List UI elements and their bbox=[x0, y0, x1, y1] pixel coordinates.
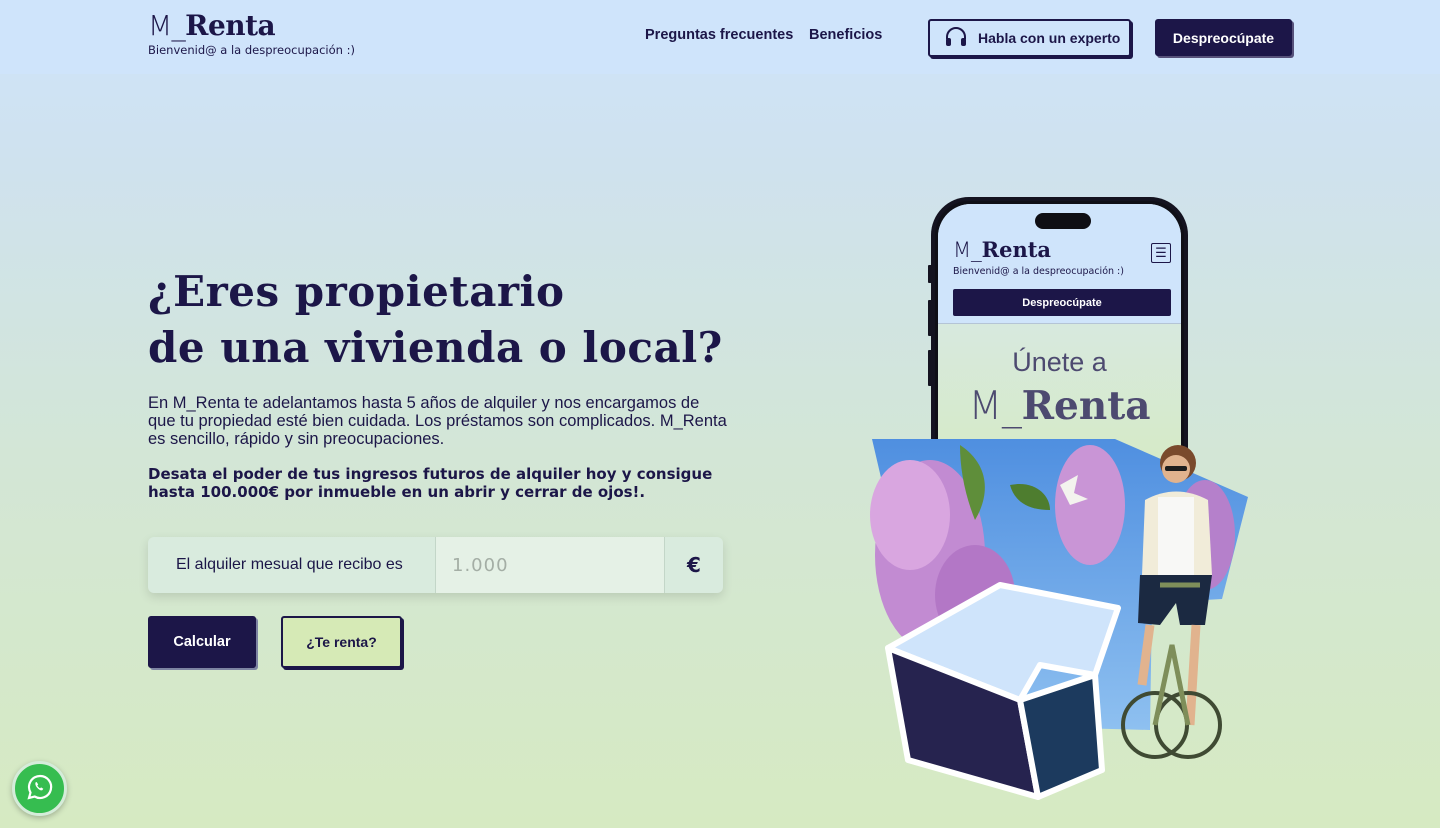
hero-title-line-1: ¿Eres propietario bbox=[148, 267, 565, 316]
monthly-rent-input[interactable] bbox=[436, 537, 665, 593]
whatsapp-chat-button[interactable] bbox=[12, 761, 67, 816]
phone-brand-name: Renta bbox=[1021, 383, 1151, 429]
phone-logo-name: Renta bbox=[981, 237, 1052, 262]
phone-notch bbox=[1035, 213, 1091, 229]
rent-input-label: El alquiler mesual que recibo es bbox=[148, 537, 436, 593]
nav-link-benefits[interactable]: Beneficios bbox=[809, 27, 882, 43]
te-renta-button[interactable]: ¿Te renta? bbox=[281, 616, 402, 668]
brand-logo[interactable]: M_Renta Bienvenid@ a la despreocupación … bbox=[148, 10, 355, 58]
top-navbar: M_Renta Bienvenid@ a la despreocupación … bbox=[0, 0, 1440, 74]
brand-tagline: Bienvenid@ a la despreocupación :) bbox=[148, 43, 355, 57]
logo-name: Renta bbox=[185, 9, 276, 42]
rent-calculator: El alquiler mesual que recibo es € bbox=[148, 537, 723, 593]
phone-brand-prefix: M_ bbox=[968, 384, 1022, 429]
hero-intro-text: En M_Renta te adelantamos hasta 5 años d… bbox=[148, 394, 727, 448]
hero-illustration bbox=[870, 439, 1248, 800]
phone-join-text: Únete a bbox=[1012, 347, 1107, 377]
headset-icon bbox=[944, 26, 968, 51]
despreocupate-button[interactable]: Despreocúpate bbox=[1155, 19, 1292, 56]
hero-title-line-2: de una vivienda o local? bbox=[148, 323, 723, 372]
phone-logo-prefix: M_ bbox=[953, 238, 982, 262]
phone-header: M_Renta Bienvenid@ a la despreocupación … bbox=[938, 204, 1181, 324]
whatsapp-icon bbox=[26, 773, 54, 805]
calculate-button[interactable]: Calcular bbox=[148, 616, 256, 668]
talk-to-expert-label: Habla con un experto bbox=[978, 30, 1121, 46]
euro-unit: € bbox=[687, 553, 701, 577]
logo-prefix: M_ bbox=[148, 9, 186, 42]
phone-big-brand: M_Renta bbox=[938, 384, 1181, 429]
talk-to-expert-button[interactable]: Habla con un experto bbox=[928, 19, 1131, 57]
phone-tagline: Bienvenid@ a la despreocupación :) bbox=[953, 266, 1124, 277]
phone-cta-button: Despreocúpate bbox=[953, 289, 1171, 316]
phone-logo: M_Renta bbox=[953, 237, 1052, 263]
hero-title: ¿Eres propietario de una vivienda o loca… bbox=[148, 264, 768, 376]
nav-link-faq[interactable]: Preguntas frecuentes bbox=[645, 27, 793, 43]
logo-wordmark: M_Renta bbox=[148, 10, 355, 42]
hamburger-menu-icon: ☰ bbox=[1151, 243, 1171, 263]
hero-highlight-text: Desata el poder de tus ingresos futuros … bbox=[148, 465, 713, 501]
